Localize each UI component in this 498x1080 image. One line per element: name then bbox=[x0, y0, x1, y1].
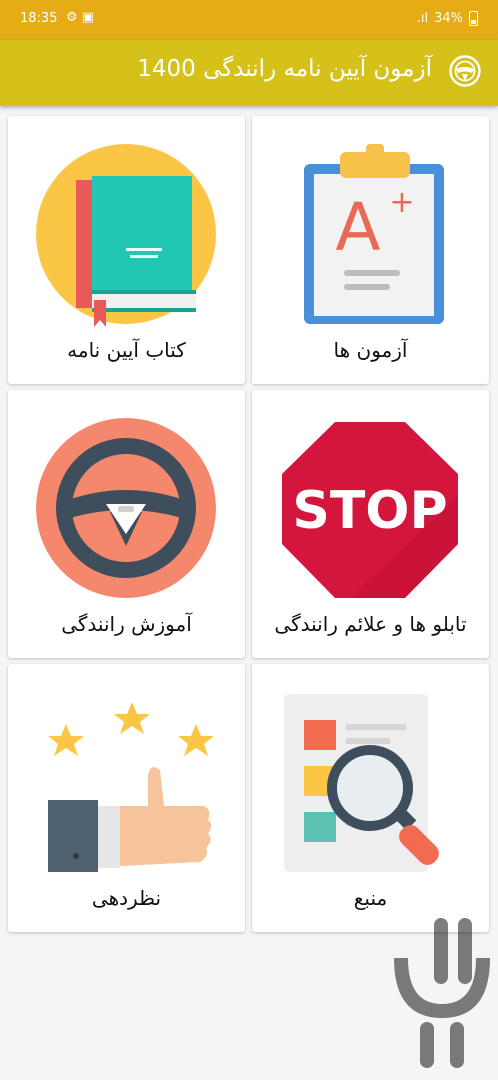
menu-card-label: تابلو ها و علائم رانندگی bbox=[274, 612, 467, 636]
status-bar: 18:35 ⚙ ▣ .ıl 34% bbox=[0, 0, 498, 40]
menu-card-exams[interactable]: A + آزمون ها bbox=[252, 116, 489, 384]
app-bar: آزمون آیین نامه رانندگی 1400 bbox=[0, 40, 498, 106]
menu-card-label: کتاب آیین نامه bbox=[67, 338, 186, 362]
status-right: .ıl 34% bbox=[417, 11, 478, 26]
magnifier-document-icon bbox=[284, 694, 439, 872]
book-icon bbox=[36, 144, 216, 327]
menu-card-label: منبع bbox=[353, 886, 388, 910]
app-title: آزمون آیین نامه رانندگی 1400 bbox=[137, 56, 432, 82]
menu-card-feedback[interactable]: نظردهی bbox=[8, 664, 245, 932]
menu-card-label: آزمون ها bbox=[333, 338, 408, 362]
thumbs-up-stars-icon bbox=[48, 702, 214, 872]
battery-icon bbox=[469, 11, 478, 26]
menu-card-label: نظردهی bbox=[91, 886, 162, 910]
battery-percent: 34% bbox=[434, 11, 463, 26]
status-time: 18:35 bbox=[20, 11, 58, 26]
clipboard-grade-icon: A + bbox=[304, 144, 444, 324]
stop-text: STOP bbox=[292, 481, 447, 541]
bazaar-logo-watermark bbox=[394, 918, 490, 1068]
signal-icon: .ıl bbox=[416, 11, 429, 26]
steering-wheel-icon bbox=[449, 55, 481, 87]
menu-card-signs[interactable]: STOP تابلو ها و علائم رانندگی bbox=[252, 390, 489, 658]
steering-wheel-icon bbox=[36, 418, 216, 598]
grade-text: A bbox=[335, 189, 380, 266]
grade-plus: + bbox=[389, 185, 414, 220]
notification-icons: ⚙ ▣ bbox=[66, 10, 95, 25]
menu-card-driving[interactable]: آموزش رانندگی bbox=[8, 390, 245, 658]
menu-card-book[interactable]: کتاب آیین نامه bbox=[8, 116, 245, 384]
stop-sign-icon: STOP bbox=[282, 422, 458, 598]
menu-card-label: آموزش رانندگی bbox=[61, 612, 192, 636]
menu-card-source[interactable]: منبع bbox=[252, 664, 489, 932]
